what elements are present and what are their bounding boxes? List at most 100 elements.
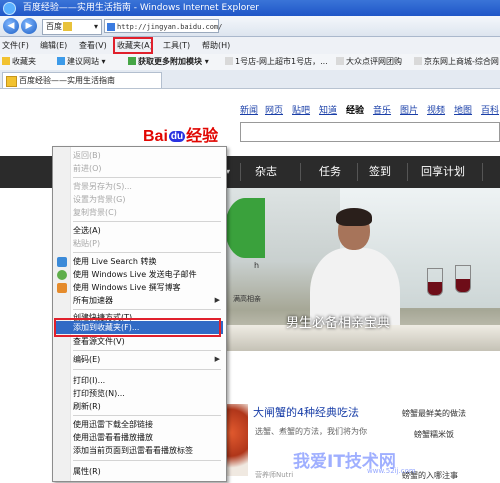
- menu-item-xunlei-download-all[interactable]: 使用迅雷下载全部链接: [73, 418, 153, 431]
- menu-item-xunlei-play[interactable]: 使用迅雷看看播放播放: [73, 431, 153, 444]
- context-menu: 返回(B) 前进(O) 背景另存为(S)... 设置为背景(G) 复制背景(C)…: [52, 146, 227, 482]
- banner-hair: [336, 208, 372, 226]
- nav-divider: [407, 163, 408, 181]
- banner-caption: 男生必备相亲宝典: [286, 316, 391, 331]
- menu-item-xunlei-add-tab[interactable]: 添加当前页面到迅雷看看播放标签: [73, 444, 193, 457]
- menu-separator: [73, 309, 221, 310]
- link-images[interactable]: 图片: [400, 103, 418, 116]
- menu-item-all-accelerators[interactable]: 所有加速器: [73, 294, 223, 307]
- nav-divider: [300, 163, 301, 181]
- green-panel: [225, 198, 265, 258]
- menu-item-save-background[interactable]: 背景另存为(S)...: [73, 180, 132, 193]
- fav-jd[interactable]: 京东网上商城-综合网: [414, 56, 499, 68]
- tab-favicon-icon: [6, 76, 17, 87]
- fav-get-addons[interactable]: 获取更多附加模块 ▾: [128, 56, 209, 68]
- wine-glass: [427, 268, 443, 296]
- search-engine-selector[interactable]: 百度 ▾: [42, 19, 102, 35]
- baidu-jingyan-logo[interactable]: Bai du 经验: [143, 122, 218, 146]
- menu-item-refresh[interactable]: 刷新(R): [73, 400, 101, 413]
- submenu-arrow-icon: ▶: [214, 355, 220, 363]
- menu-item-paste[interactable]: 粘贴(P): [73, 237, 100, 250]
- nav-tasks[interactable]: 任务: [319, 156, 341, 188]
- menu-separator: [73, 221, 221, 222]
- menu-item-select-all[interactable]: 全选(A): [73, 224, 101, 237]
- fav-label: 获取更多附加模块 ▾: [138, 57, 209, 66]
- side-link[interactable]: 螃蟹最鲜美的做法: [402, 408, 466, 419]
- green-panel-text: h: [254, 261, 260, 270]
- url-text: http://jingyan.baidu.com/: [117, 23, 223, 31]
- menu-separator: [73, 460, 221, 461]
- favorites-label: 收藏夹: [12, 57, 36, 66]
- live-search-icon: [57, 257, 67, 267]
- tab-title: 百度经验——实用生活指南: [19, 76, 115, 85]
- link-map[interactable]: 地图: [454, 103, 472, 116]
- menu-item-print-preview[interactable]: 打印预览(N)...: [73, 387, 125, 400]
- url-field[interactable]: http://jingyan.baidu.com/: [104, 19, 223, 33]
- link-tieba[interactable]: 贴吧: [292, 103, 310, 116]
- menu-edit[interactable]: 编辑(E): [40, 39, 67, 52]
- link-zhidao[interactable]: 知道: [319, 103, 337, 116]
- menu-item-back[interactable]: 返回(B): [73, 149, 101, 162]
- fav-suggested-sites[interactable]: 建议网站 ▾: [57, 56, 106, 68]
- fav-dianping[interactable]: 大众点评网团购: [336, 56, 402, 68]
- add-to-favorites-annotation: [54, 318, 221, 337]
- menu-icon-gutter: [53, 147, 71, 481]
- menu-view[interactable]: 查看(V): [79, 39, 107, 52]
- link-video[interactable]: 视频: [427, 103, 445, 116]
- menu-separator: [73, 415, 221, 416]
- search-input[interactable]: [240, 122, 500, 142]
- forward-button[interactable]: ▶: [21, 18, 37, 34]
- article-meta: 营养师Nutri: [255, 471, 294, 479]
- page-icon: [336, 57, 344, 65]
- search-engine-label: 百度: [46, 22, 62, 31]
- tab-bar: 百度经验——实用生活指南: [0, 70, 500, 89]
- menu-tools[interactable]: 工具(T): [163, 39, 190, 52]
- tab-baidu-jingyan[interactable]: 百度经验——实用生活指南: [2, 72, 162, 88]
- menu-item-copy-background[interactable]: 复制背景(C): [73, 206, 117, 219]
- article-title[interactable]: 大闸蟹的4种经典吃法: [253, 404, 359, 420]
- link-news[interactable]: 新闻: [240, 103, 258, 116]
- back-button[interactable]: ◀: [3, 18, 19, 34]
- menu-help[interactable]: 帮助(H): [202, 39, 230, 52]
- fav-label: 建议网站 ▾: [67, 57, 106, 66]
- favorites-menu-annotation: [113, 37, 153, 54]
- link-web[interactable]: 网页: [265, 103, 283, 116]
- live-blog-icon: [57, 283, 67, 293]
- favorites-button[interactable]: 收藏夹: [2, 56, 36, 68]
- wine-glass: [455, 265, 471, 293]
- favorites-bar: 收藏夹 建议网站 ▾ 获取更多附加模块 ▾ 1号店-网上超市1号店，... 大众…: [0, 54, 500, 71]
- menu-item-label: 所有加速器: [73, 296, 113, 305]
- menu-item-live-search[interactable]: 使用 Live Search 转换: [73, 255, 156, 268]
- page-favicon-icon: [107, 23, 115, 31]
- green-sub-text: 满高相亲: [233, 295, 261, 303]
- nav-divider: [482, 163, 483, 181]
- logo-jingyan: 经验: [186, 128, 219, 145]
- menu-item-live-mail[interactable]: 使用 Windows Live 发送电子邮件: [73, 268, 197, 281]
- menu-separator: [73, 369, 221, 370]
- nav-divider: [240, 163, 241, 181]
- link-music[interactable]: 音乐: [373, 103, 391, 116]
- menu-item-encoding[interactable]: 编码(E): [73, 353, 100, 366]
- side-link[interactable]: 螃蟹糯米饭: [414, 429, 454, 440]
- article-desc: 选蟹、煮蟹的方法，我们将为你: [255, 427, 367, 436]
- fav-label: 1号店-网上超市1号店，...: [235, 57, 328, 66]
- fav-yhd[interactable]: 1号店-网上超市1号店，...: [225, 56, 328, 68]
- menu-item-forward[interactable]: 前进(O): [73, 162, 102, 175]
- logo-du: du: [168, 131, 186, 142]
- menu-item-live-blog[interactable]: 使用 Windows Live 撰写博客: [73, 281, 181, 294]
- engine-icon: [63, 22, 72, 31]
- menu-item-set-background[interactable]: 设置为背景(G): [73, 193, 125, 206]
- menu-item-print[interactable]: 打印(I)...: [73, 374, 105, 387]
- chevron-down-icon: ▾: [93, 22, 98, 31]
- menu-file[interactable]: 文件(F): [2, 39, 29, 52]
- link-baike[interactable]: 百科: [481, 103, 499, 116]
- window-title: 百度经验——实用生活指南 - Windows Internet Explorer: [22, 3, 259, 13]
- nav-huixiang[interactable]: 回享计划: [421, 156, 465, 188]
- ie-logo-icon: [3, 2, 16, 15]
- menu-item-properties[interactable]: 属性(R): [73, 465, 101, 478]
- nav-checkin[interactable]: 签到: [369, 156, 391, 188]
- link-jingyan[interactable]: 经验: [346, 103, 364, 116]
- fav-label: 京东网上商城-综合网: [424, 57, 499, 66]
- suggested-sites-icon: [57, 57, 65, 65]
- nav-magazine[interactable]: 杂志: [255, 156, 277, 188]
